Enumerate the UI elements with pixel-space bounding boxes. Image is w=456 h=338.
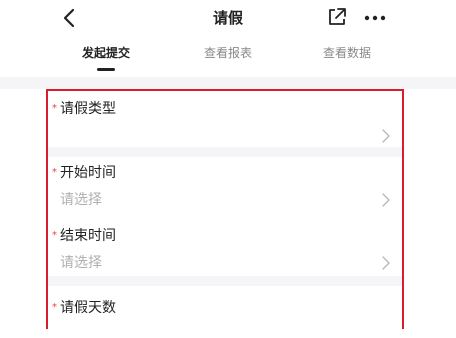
- chevron-right-icon: [382, 256, 390, 270]
- field-label: 开始时间: [60, 165, 116, 181]
- required-mark: *: [52, 103, 57, 114]
- chevron-right-icon: [382, 193, 390, 207]
- top-bar: 请假: [0, 0, 456, 36]
- chevron-right-icon: [382, 129, 390, 143]
- field-label: 请假类型: [60, 101, 116, 117]
- leave-form: * 请假类型 * 开始时间 请选择 * 结束时间 请选择 * 请假天数: [46, 89, 404, 329]
- required-mark: *: [52, 230, 57, 241]
- field-label: 请假天数: [60, 300, 116, 316]
- field-start-time[interactable]: * 开始时间 请选择: [48, 163, 402, 221]
- more-icon[interactable]: [362, 8, 388, 28]
- field-divider: [48, 147, 402, 157]
- tab-submit[interactable]: 发起提交: [46, 44, 166, 62]
- field-label: 结束时间: [60, 228, 116, 244]
- tab-data[interactable]: 查看数据: [287, 44, 407, 62]
- required-mark: *: [52, 167, 57, 178]
- share-icon[interactable]: [325, 5, 349, 29]
- tab-bar: 发起提交 查看报表 查看数据: [0, 40, 456, 76]
- tab-report[interactable]: 查看报表: [168, 44, 288, 62]
- field-value: 请选择: [60, 192, 102, 208]
- required-mark: *: [52, 302, 57, 313]
- field-value: 请选择: [60, 255, 102, 271]
- field-leave-days[interactable]: * 请假天数: [48, 298, 402, 338]
- active-tab-indicator: [97, 68, 115, 71]
- section-gap: [0, 77, 456, 89]
- field-divider: [48, 276, 402, 286]
